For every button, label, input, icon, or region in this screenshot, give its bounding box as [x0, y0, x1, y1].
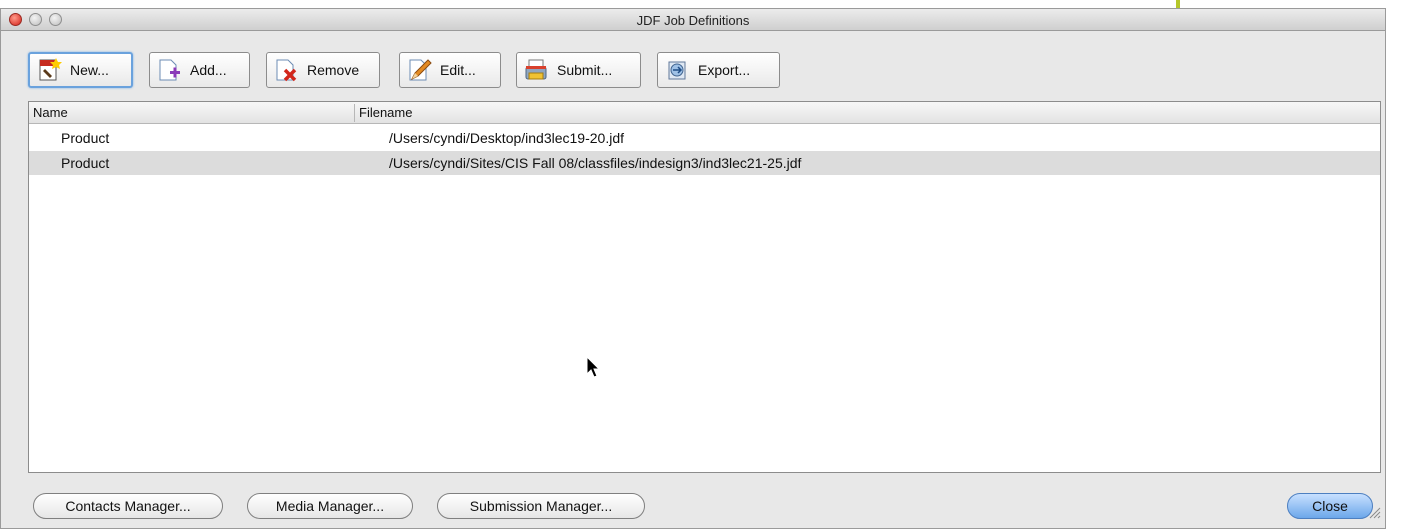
row-filename-cell: /Users/cyndi/Sites/CIS Fall 08/classfile…	[389, 155, 802, 171]
row-filename-cell: /Users/cyndi/Desktop/ind3lec19-20.jdf	[389, 130, 625, 146]
title-bar: JDF Job Definitions	[1, 9, 1385, 31]
edit-button-label: Edit...	[440, 62, 476, 78]
column-header-filename[interactable]: Filename	[359, 105, 412, 120]
row-name-cell: Product	[61, 130, 110, 146]
contacts-manager-button[interactable]: Contacts Manager...	[33, 493, 223, 519]
new-jdf-icon	[36, 57, 62, 83]
export-button-label: Export...	[698, 62, 751, 78]
window-title: JDF Job Definitions	[636, 13, 750, 28]
submit-button[interactable]: Submit...	[516, 52, 641, 88]
remove-button[interactable]: Remove	[266, 52, 380, 88]
jdf-job-definitions-window: JDF Job Definitions New... Add... Remove…	[0, 8, 1386, 529]
resize-grip-icon[interactable]	[1367, 505, 1381, 524]
media-manager-button[interactable]: Media Manager...	[247, 493, 413, 519]
pencil-icon	[406, 57, 432, 83]
row-name-cell: Product	[61, 155, 110, 171]
export-icon	[664, 57, 690, 83]
remove-document-icon	[273, 57, 299, 83]
table-row-selected[interactable]: Product /Users/cyndi/Sites/CIS Fall 08/c…	[29, 151, 1380, 175]
mouse-pointer-icon	[586, 355, 602, 385]
submit-printer-icon	[523, 57, 549, 83]
add-button-label: Add...	[190, 62, 227, 78]
close-button[interactable]: Close	[1287, 493, 1373, 519]
submit-button-label: Submit...	[557, 62, 613, 78]
table-row[interactable]: Product /Users/cyndi/Desktop/ind3lec19-2…	[29, 126, 1380, 150]
edit-button[interactable]: Edit...	[399, 52, 501, 88]
new-button-label: New...	[70, 62, 109, 78]
column-divider[interactable]	[354, 104, 355, 122]
table-header: Name Filename	[29, 102, 1380, 124]
remove-button-label: Remove	[307, 62, 360, 78]
column-header-name[interactable]: Name	[33, 105, 68, 120]
add-button[interactable]: Add...	[149, 52, 250, 88]
submission-manager-button[interactable]: Submission Manager...	[437, 493, 645, 519]
new-button[interactable]: New...	[28, 52, 133, 88]
export-button[interactable]: Export...	[657, 52, 780, 88]
add-document-icon	[156, 57, 182, 83]
job-definitions-table[interactable]: Name Filename Product /Users/cyndi/Deskt…	[28, 101, 1381, 473]
